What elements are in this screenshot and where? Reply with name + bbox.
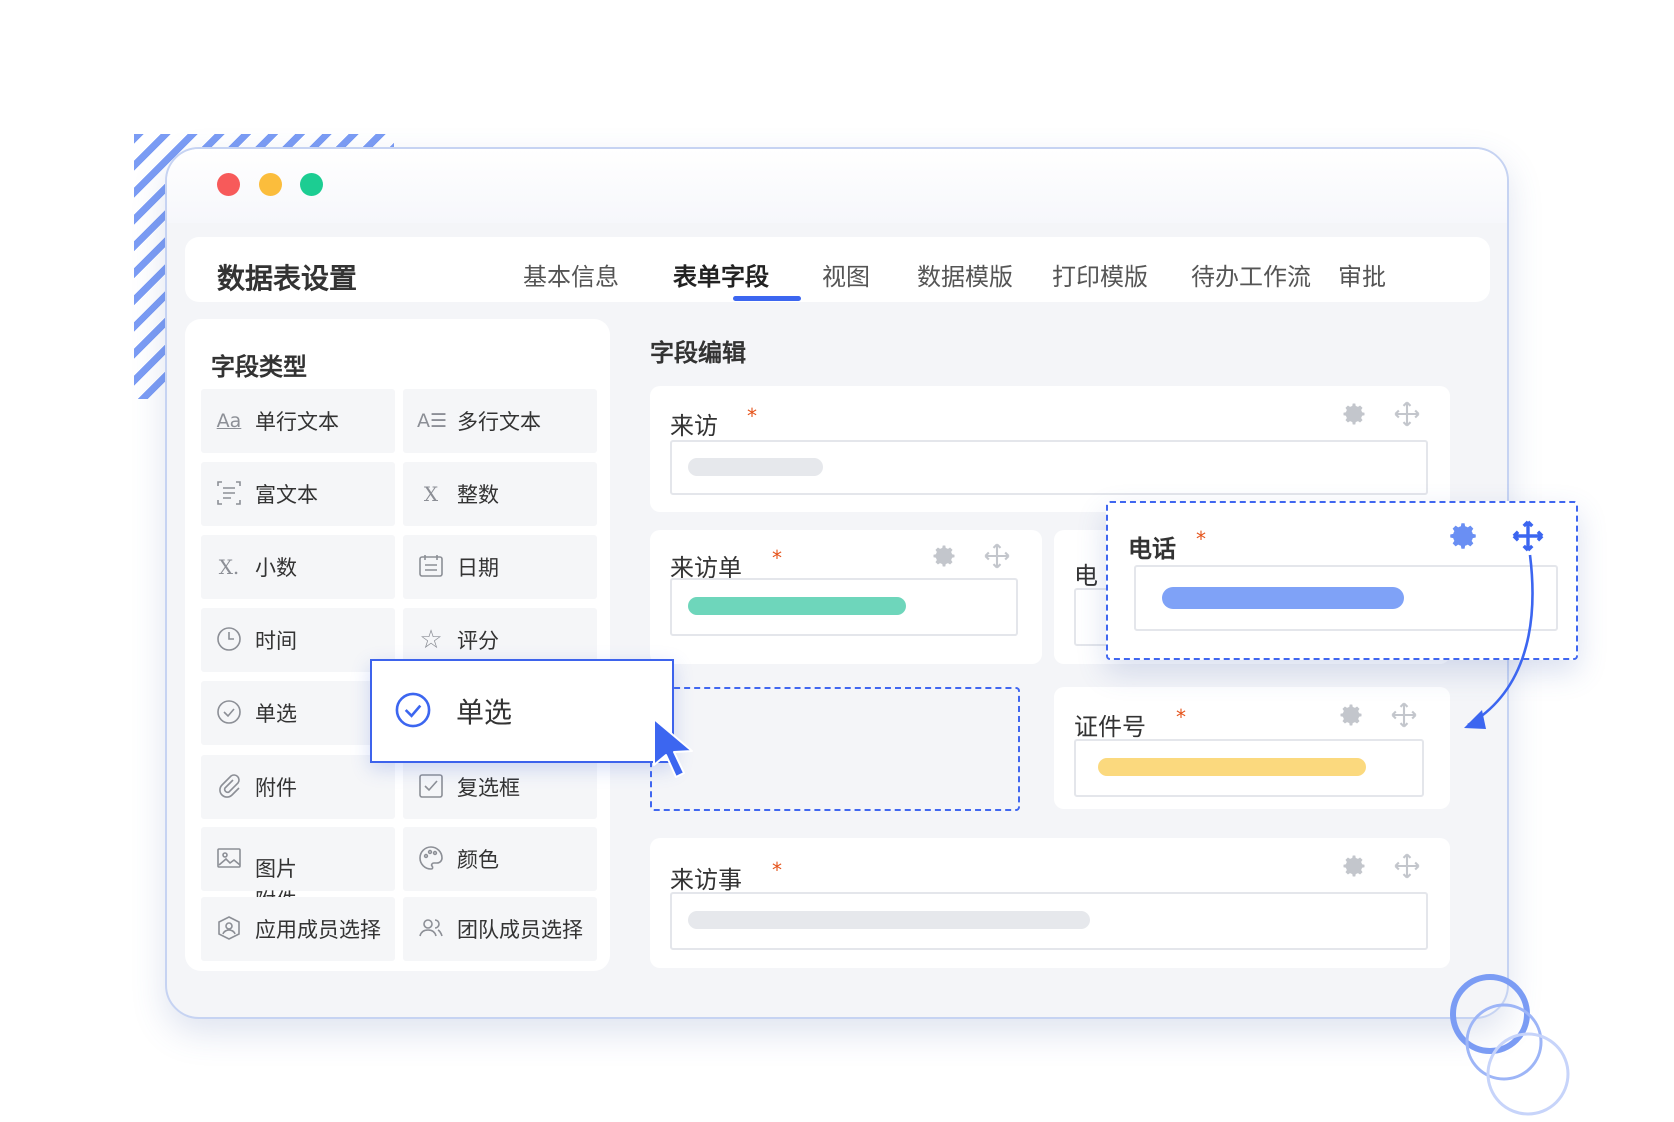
rich-text-icon <box>215 480 243 509</box>
move-icon[interactable] <box>1393 400 1421 428</box>
decimal-icon: X. <box>218 555 240 579</box>
required-mark: * <box>772 858 782 882</box>
field-input[interactable] <box>670 440 1428 495</box>
placeholder-bar <box>1162 587 1404 609</box>
field-label: 证件号 <box>1074 713 1146 741</box>
team-icon <box>417 915 445 944</box>
field-editor-title: 字段编辑 <box>650 339 746 367</box>
field-label: 电话 <box>1128 535 1176 563</box>
integer-icon: X <box>423 482 439 506</box>
tab-todo-workflow[interactable]: 待办工作流 <box>1191 257 1311 292</box>
multi-line-text-icon: A☰ <box>417 409 448 432</box>
tab-print-templates[interactable]: 打印模版 <box>1052 257 1148 292</box>
field-type-app-member[interactable]: 应用成员选择 <box>201 897 395 961</box>
field-type-label: 团队成员选择 <box>457 918 583 942</box>
tab-basic-info[interactable]: 基本信息 <box>523 257 619 292</box>
checkbox-icon <box>417 773 445 802</box>
gear-icon[interactable] <box>1340 400 1368 428</box>
field-type-attachment[interactable]: 附件 <box>201 755 395 819</box>
field-type-single-line-text[interactable]: Aa 单行文本 <box>201 389 395 453</box>
clock-icon <box>215 626 243 655</box>
decorative-circles <box>1450 974 1570 1116</box>
field-type-label: 小数 <box>255 556 297 580</box>
move-icon[interactable] <box>1390 701 1418 729</box>
active-tab-indicator <box>733 296 801 301</box>
field-type-label: 多行文本 <box>457 410 541 434</box>
tab-form-fields[interactable]: 表单字段 <box>673 257 769 292</box>
calendar-icon <box>417 553 445 582</box>
field-types-panel: 字段类型 Aa 单行文本 A☰ 多行文本 富文本 X 整数 X. 小数 日期 时… <box>185 319 610 971</box>
field-type-color[interactable]: 颜色 <box>403 827 597 891</box>
page-title: 数据表设置 <box>217 262 358 295</box>
mouse-cursor-icon <box>653 718 693 778</box>
required-mark: * <box>772 546 782 570</box>
required-mark: * <box>1196 527 1206 551</box>
tab-views[interactable]: 视图 <box>822 257 870 292</box>
field-type-label: 单行文本 <box>255 410 339 434</box>
field-type-label: 附件 <box>255 776 297 800</box>
field-type-label: 应用成员选择 <box>255 918 381 942</box>
field-types-title: 字段类型 <box>211 353 307 381</box>
radio-check-icon <box>395 692 431 728</box>
placeholder-bar <box>688 458 823 476</box>
tab-data-templates[interactable]: 数据模版 <box>917 257 1013 292</box>
field-card-visit-matter[interactable]: 来访事 * <box>650 838 1450 968</box>
maximize-window-button[interactable] <box>300 173 323 196</box>
gear-icon[interactable] <box>930 542 958 570</box>
tab-approval[interactable]: 审批 <box>1338 257 1386 292</box>
required-mark: * <box>747 404 757 428</box>
field-type-image-attachment[interactable]: 图片附件 <box>201 827 395 913</box>
field-input[interactable] <box>670 578 1018 636</box>
placeholder-bar <box>688 597 906 615</box>
gear-icon[interactable] <box>1337 701 1365 729</box>
field-type-label: 单选 <box>255 702 297 726</box>
move-direction-arrow <box>1464 554 1534 729</box>
star-icon: ☆ <box>419 625 443 655</box>
field-label: 电 <box>1074 562 1098 590</box>
required-mark: * <box>1176 705 1186 729</box>
radio-check-icon <box>215 699 243 728</box>
field-label: 来访事 <box>670 866 742 894</box>
member-icon <box>215 915 243 944</box>
field-input[interactable] <box>670 892 1428 950</box>
field-type-integer[interactable]: X 整数 <box>403 462 597 526</box>
image-icon <box>215 845 243 874</box>
move-icon[interactable] <box>983 542 1011 570</box>
single-line-text-icon: Aa <box>216 409 242 432</box>
window-titlebar <box>167 149 1507 223</box>
field-card-visit-form[interactable]: 来访单 * <box>650 530 1042 664</box>
field-card-visit[interactable]: 来访 * <box>650 386 1450 512</box>
placeholder-bar <box>688 911 1090 929</box>
field-label: 来访 <box>670 412 718 440</box>
field-type-team-member[interactable]: 团队成员选择 <box>403 897 597 961</box>
close-window-button[interactable] <box>217 173 240 196</box>
field-type-label: 整数 <box>457 483 499 507</box>
dragging-type-label: 单选 <box>456 696 513 729</box>
minimize-window-button[interactable] <box>259 173 282 196</box>
field-type-label: 富文本 <box>255 483 318 507</box>
gear-icon[interactable] <box>1340 852 1368 880</box>
settings-header: 数据表设置 基本信息 表单字段 视图 数据模版 打印模版 待办工作流 审批 <box>185 237 1490 302</box>
field-type-single-select[interactable]: 单选 <box>201 681 395 745</box>
field-card-id-number[interactable]: 证件号 * <box>1054 687 1450 809</box>
field-type-label: 时间 <box>255 629 297 653</box>
placeholder-bar <box>1098 758 1366 776</box>
palette-icon <box>417 845 445 874</box>
field-type-rich-text[interactable]: 富文本 <box>201 462 395 526</box>
move-icon[interactable] <box>1393 852 1421 880</box>
paperclip-icon <box>215 773 243 802</box>
field-type-date[interactable]: 日期 <box>403 535 597 599</box>
field-type-multi-line-text[interactable]: A☰ 多行文本 <box>403 389 597 453</box>
field-input[interactable] <box>1074 739 1424 797</box>
field-type-label: 评分 <box>457 629 499 653</box>
field-type-checkbox[interactable]: 复选框 <box>403 755 597 819</box>
field-type-decimal[interactable]: X. 小数 <box>201 535 395 599</box>
field-type-label: 复选框 <box>457 776 520 800</box>
field-type-time[interactable]: 时间 <box>201 608 395 672</box>
dragging-field-type[interactable]: 单选 <box>370 659 674 763</box>
field-type-label: 日期 <box>457 556 499 580</box>
field-type-label: 颜色 <box>457 848 499 872</box>
